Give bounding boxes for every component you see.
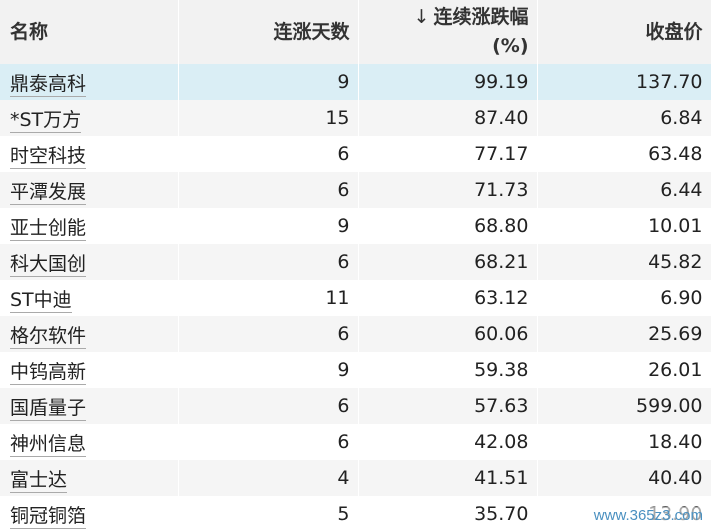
stock-name-cell: 时空科技 bbox=[0, 136, 179, 172]
change-pct-cell: 60.06 bbox=[358, 316, 538, 352]
header-change-pct-unit: (%) bbox=[492, 35, 529, 57]
change-pct-cell: 87.40 bbox=[358, 100, 538, 136]
stock-name-link[interactable]: 鼎泰高科 bbox=[10, 72, 87, 97]
stock-name-cell: 平潭发展 bbox=[0, 172, 179, 208]
change-pct-cell: 35.70 bbox=[358, 496, 538, 532]
table-header: 名称 连涨天数 ↓ 连续涨跌幅 (%) 收盘价 bbox=[0, 0, 711, 64]
header-name[interactable]: 名称 bbox=[0, 0, 179, 64]
stock-name-link[interactable]: 时空科技 bbox=[10, 144, 87, 169]
table-row: 时空科技 6 77.17 63.48 bbox=[0, 136, 711, 172]
stock-name-link[interactable]: *ST万方 bbox=[10, 108, 82, 133]
stock-name-link[interactable]: 神州信息 bbox=[10, 432, 87, 457]
streak-days-cell: 11 bbox=[178, 280, 359, 316]
close-price-cell: 599.00 bbox=[537, 388, 711, 424]
stock-name-link[interactable]: ST中迪 bbox=[10, 288, 72, 313]
site-watermark: www.365z3.com bbox=[591, 507, 705, 524]
header-streak-days[interactable]: 连涨天数 bbox=[178, 0, 359, 64]
close-price-cell: 25.69 bbox=[537, 316, 711, 352]
stock-name-cell: 神州信息 bbox=[0, 424, 179, 460]
stock-name-cell: 格尔软件 bbox=[0, 316, 179, 352]
streak-days-cell: 4 bbox=[178, 460, 359, 496]
streak-days-cell: 6 bbox=[178, 136, 359, 172]
table-row: 富士达 4 41.51 40.40 bbox=[0, 460, 711, 496]
stock-name-cell: 科大国创 bbox=[0, 244, 179, 280]
streak-days-cell: 9 bbox=[178, 64, 359, 100]
table-row: 国盾量子 6 57.63 599.00 bbox=[0, 388, 711, 424]
stock-name-link[interactable]: 科大国创 bbox=[10, 252, 87, 277]
change-pct-cell: 42.08 bbox=[358, 424, 538, 460]
streak-days-cell: 15 bbox=[178, 100, 359, 136]
stock-name-link[interactable]: 铜冠铜箔 bbox=[10, 504, 87, 529]
table-row: 中钨高新 9 59.38 26.01 bbox=[0, 352, 711, 388]
streak-days-cell: 6 bbox=[178, 172, 359, 208]
close-price-cell: 6.84 bbox=[537, 100, 711, 136]
stock-streak-table: 名称 连涨天数 ↓ 连续涨跌幅 (%) 收盘价 鼎泰高科 9 99.19 137.… bbox=[0, 0, 711, 532]
stock-name-cell: 亚士创能 bbox=[0, 208, 179, 244]
header-change-pct-label: 连续涨跌幅 bbox=[433, 6, 529, 28]
table-row: 神州信息 6 42.08 18.40 bbox=[0, 424, 711, 460]
change-pct-cell: 59.38 bbox=[358, 352, 538, 388]
change-pct-cell: 77.17 bbox=[358, 136, 538, 172]
change-pct-cell: 68.21 bbox=[358, 244, 538, 280]
change-pct-cell: 71.73 bbox=[358, 172, 538, 208]
table-row: 科大国创 6 68.21 45.82 bbox=[0, 244, 711, 280]
change-pct-cell: 68.80 bbox=[358, 208, 538, 244]
stock-name-cell: 富士达 bbox=[0, 460, 179, 496]
table-row: 格尔软件 6 60.06 25.69 bbox=[0, 316, 711, 352]
change-pct-cell: 63.12 bbox=[358, 280, 538, 316]
streak-days-cell: 5 bbox=[178, 496, 359, 532]
stock-name-cell: ST中迪 bbox=[0, 280, 179, 316]
close-price-cell: 45.82 bbox=[537, 244, 711, 280]
stock-name-cell: 铜冠铜箔 bbox=[0, 496, 179, 532]
stock-name-link[interactable]: 平潭发展 bbox=[10, 180, 87, 205]
stock-name-link[interactable]: 富士达 bbox=[10, 468, 68, 493]
close-price-cell: 63.48 bbox=[537, 136, 711, 172]
table-row: 亚士创能 9 68.80 10.01 bbox=[0, 208, 711, 244]
stock-name-cell: 中钨高新 bbox=[0, 352, 179, 388]
streak-days-cell: 6 bbox=[178, 316, 359, 352]
close-price-cell: 6.90 bbox=[537, 280, 711, 316]
close-price-cell: 10.01 bbox=[537, 208, 711, 244]
close-price-cell: 40.40 bbox=[537, 460, 711, 496]
close-price-cell: 26.01 bbox=[537, 352, 711, 388]
stock-name-cell: 国盾量子 bbox=[0, 388, 179, 424]
sort-desc-icon: ↓ bbox=[413, 6, 430, 28]
close-price-cell: 137.70 bbox=[537, 64, 711, 100]
change-pct-cell: 99.19 bbox=[358, 64, 538, 100]
streak-days-cell: 6 bbox=[178, 424, 359, 460]
close-price-cell: 18.40 bbox=[537, 424, 711, 460]
stock-name-cell: *ST万方 bbox=[0, 100, 179, 136]
stock-name-cell: 鼎泰高科 bbox=[0, 64, 179, 100]
header-close-price[interactable]: 收盘价 bbox=[537, 0, 711, 64]
table-row: ST中迪 11 63.12 6.90 bbox=[0, 280, 711, 316]
table-row: 鼎泰高科 9 99.19 137.70 bbox=[0, 64, 711, 100]
change-pct-cell: 41.51 bbox=[358, 460, 538, 496]
stock-name-link[interactable]: 格尔软件 bbox=[10, 324, 87, 349]
table-body: 鼎泰高科 9 99.19 137.70 *ST万方 15 87.40 6.84 … bbox=[0, 64, 711, 532]
stock-name-link[interactable]: 国盾量子 bbox=[10, 396, 87, 421]
streak-days-cell: 9 bbox=[178, 208, 359, 244]
streak-days-cell: 6 bbox=[178, 388, 359, 424]
stock-name-link[interactable]: 亚士创能 bbox=[10, 216, 87, 241]
close-price-cell: 6.44 bbox=[537, 172, 711, 208]
header-change-pct[interactable]: ↓ 连续涨跌幅 (%) bbox=[358, 0, 538, 64]
header-row: 名称 连涨天数 ↓ 连续涨跌幅 (%) 收盘价 bbox=[0, 0, 711, 64]
streak-days-cell: 6 bbox=[178, 244, 359, 280]
stock-name-link[interactable]: 中钨高新 bbox=[10, 360, 87, 385]
table-row: 平潭发展 6 71.73 6.44 bbox=[0, 172, 711, 208]
change-pct-cell: 57.63 bbox=[358, 388, 538, 424]
streak-days-cell: 9 bbox=[178, 352, 359, 388]
table-row: *ST万方 15 87.40 6.84 bbox=[0, 100, 711, 136]
